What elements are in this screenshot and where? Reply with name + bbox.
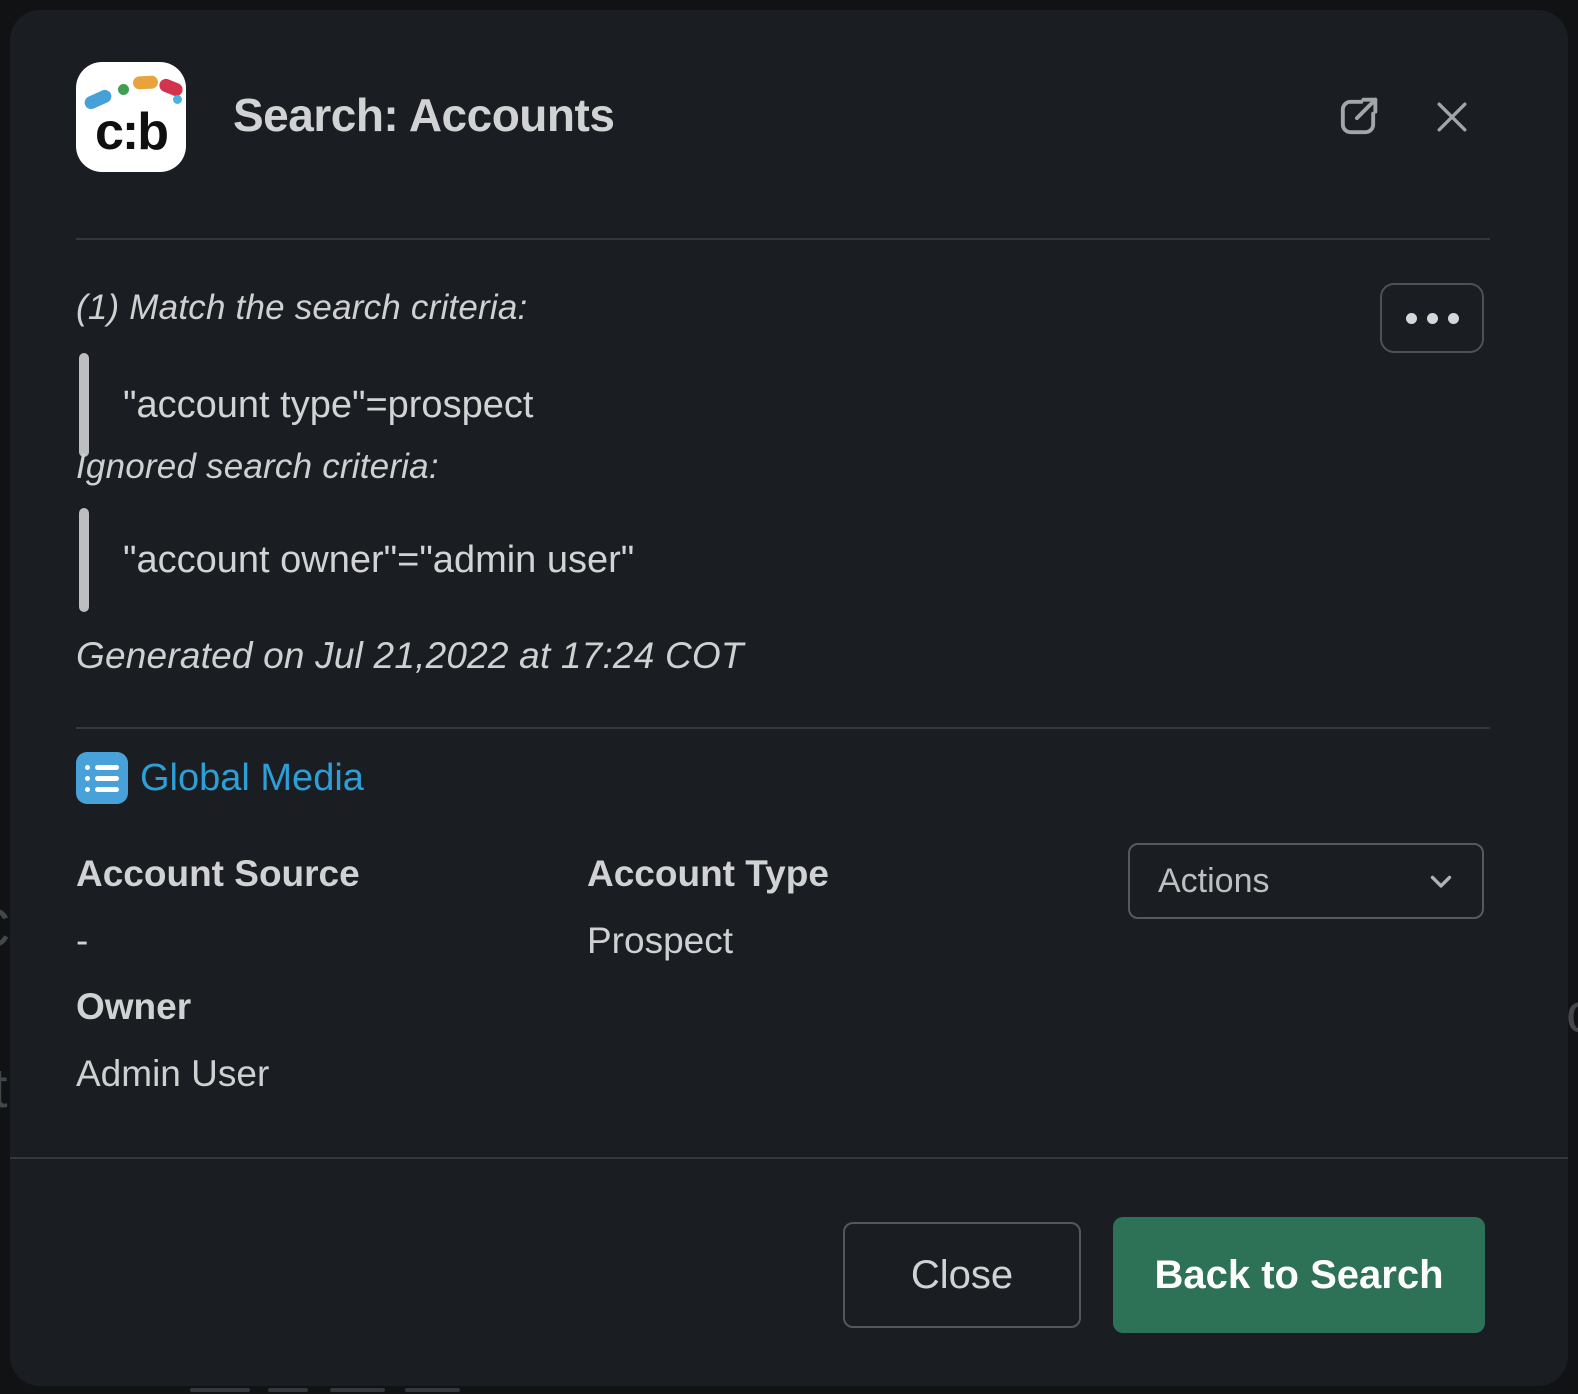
logo-text: c:b (76, 102, 186, 162)
background-fragment (330, 1388, 385, 1392)
overflow-dot (1448, 313, 1459, 324)
match-criteria-quote: "account type"=prospect (79, 353, 533, 457)
field-value-owner: Admin User (76, 1053, 269, 1095)
quote-bar (79, 353, 89, 457)
background-fragment (268, 1388, 308, 1392)
field-label-account-source: Account Source (76, 853, 360, 895)
close-icon[interactable] (1430, 95, 1474, 139)
logo-green-dot (118, 84, 129, 95)
match-criteria-value: "account type"=prospect (123, 384, 533, 427)
actions-dropdown[interactable]: Actions (1128, 843, 1484, 919)
logo-amber-dash (133, 75, 159, 89)
ignored-criteria-value: "account owner"="admin user" (123, 539, 634, 582)
close-button[interactable]: Close (843, 1222, 1081, 1328)
overflow-dot (1406, 313, 1417, 324)
actions-dropdown-label: Actions (1158, 862, 1270, 901)
quote-bar (79, 508, 89, 612)
modal-title: Search: Accounts (233, 88, 614, 142)
ignored-criteria-label: Ignored search criteria: (76, 447, 439, 487)
logo-red-dash (157, 77, 184, 98)
match-criteria-label: (1) Match the search criteria: (76, 288, 527, 328)
header-divider (76, 238, 1490, 240)
background-fragment (190, 1388, 250, 1392)
ignored-criteria-quote: "account owner"="admin user" (79, 508, 634, 612)
chevron-down-icon (1424, 864, 1458, 898)
footer-divider (10, 1157, 1568, 1159)
background-fragment: t (0, 1055, 10, 1135)
field-label-account-type: Account Type (587, 853, 829, 895)
back-to-search-button[interactable]: Back to Search (1113, 1217, 1485, 1333)
field-label-owner: Owner (76, 986, 191, 1028)
search-accounts-modal: c:b Search: Accounts (1) Match the searc… (10, 10, 1568, 1386)
generated-timestamp: Generated on Jul 21,2022 at 17:24 COT (76, 635, 744, 677)
message-overflow-button[interactable] (1380, 283, 1484, 353)
record-header: Global Media (76, 752, 364, 804)
section-divider (76, 727, 1490, 729)
background-fragment: o (1568, 980, 1578, 1060)
field-value-account-type: Prospect (587, 920, 733, 962)
overflow-dot (1427, 313, 1438, 324)
background-fragment: C (0, 895, 10, 975)
field-value-account-source: - (76, 920, 88, 962)
list-icon (76, 752, 128, 804)
background-fragment (405, 1388, 460, 1392)
record-link-global-media[interactable]: Global Media (140, 757, 364, 800)
app-logo: c:b (76, 62, 186, 172)
open-external-icon[interactable] (1332, 91, 1384, 143)
